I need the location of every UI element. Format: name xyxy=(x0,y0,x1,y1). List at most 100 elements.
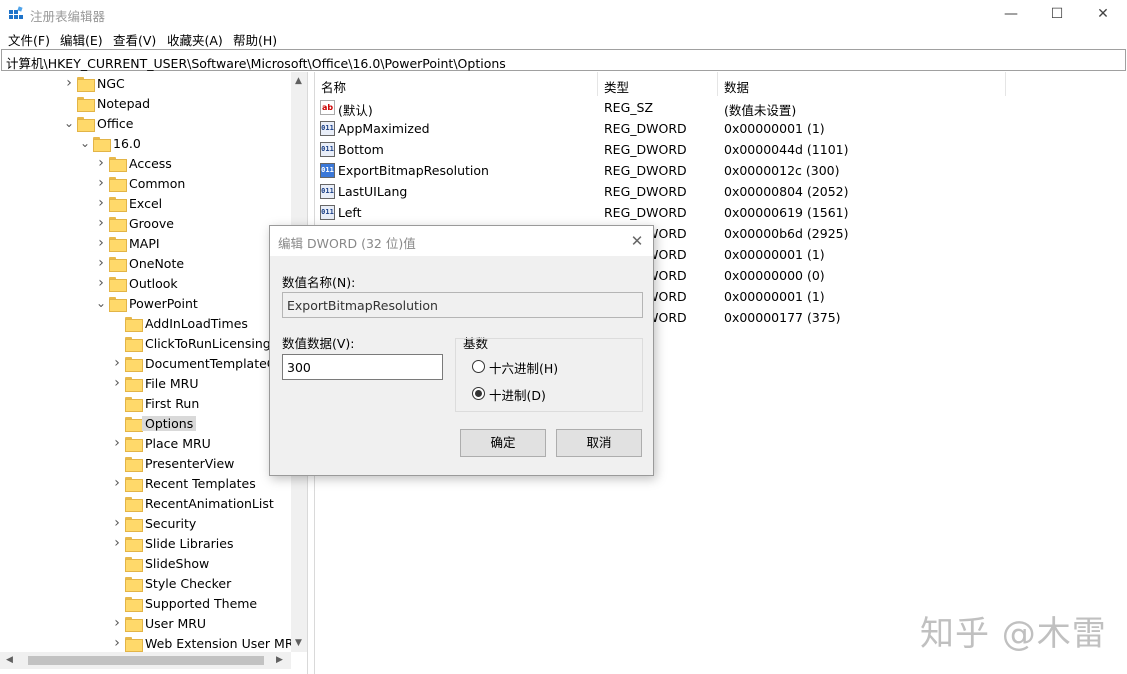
tree-item[interactable]: Notepad xyxy=(0,94,290,114)
value-row[interactable]: 011 AppMaximized REG_DWORD 0x00000001 (1) xyxy=(315,118,1127,139)
menu-help[interactable]: 帮助(H) xyxy=(233,30,277,49)
column-divider[interactable] xyxy=(1005,72,1006,96)
tree-item[interactable]: › Place MRU xyxy=(0,434,290,454)
close-button[interactable]: ✕ xyxy=(1080,0,1126,28)
tree-item-label[interactable]: Web Extension User MRU xyxy=(145,636,303,651)
tree-item[interactable]: › DocumentTemplateCa xyxy=(0,354,290,374)
chevron-right-icon[interactable]: › xyxy=(112,616,122,630)
tree-item[interactable]: ⌄ Office xyxy=(0,114,290,134)
tree-item-label[interactable]: 16.0 xyxy=(113,136,141,151)
tree-item-label[interactable]: Office xyxy=(97,116,134,131)
tree-horizontal-scrollbar[interactable]: ◀ ▶ xyxy=(0,652,291,669)
tree-item[interactable]: AddInLoadTimes xyxy=(0,314,290,334)
chevron-right-icon[interactable]: › xyxy=(96,196,106,210)
chevron-right-icon[interactable]: › xyxy=(96,216,106,230)
tree-item-label[interactable]: SlideShow xyxy=(145,556,209,571)
dialog-close-icon[interactable]: ✕ xyxy=(626,230,648,252)
scroll-right-arrow-icon[interactable]: ▶ xyxy=(276,655,283,665)
tree-item-label[interactable]: ClickToRunLicensing xyxy=(145,336,271,351)
tree-item[interactable]: ⌄ PowerPoint xyxy=(0,294,290,314)
chevron-right-icon[interactable]: › xyxy=(112,536,122,550)
chevron-right-icon[interactable]: › xyxy=(112,376,122,390)
chevron-right-icon[interactable]: › xyxy=(96,176,106,190)
chevron-right-icon[interactable]: › xyxy=(96,276,106,290)
tree-item-label[interactable]: File MRU xyxy=(145,376,199,391)
hex-radio[interactable] xyxy=(472,360,485,373)
value-row[interactable]: 011 Left REG_DWORD 0x00000619 (1561) xyxy=(315,202,1127,223)
chevron-right-icon[interactable]: › xyxy=(96,156,106,170)
value-data-input[interactable]: 300 xyxy=(282,354,443,380)
tree-item-label[interactable]: Supported Theme xyxy=(145,596,257,611)
tree-item-label[interactable]: Outlook xyxy=(129,276,178,291)
tree-item-label[interactable]: Groove xyxy=(129,216,174,231)
tree-item-label[interactable]: Recent Templates xyxy=(145,476,256,491)
value-data-text[interactable]: 300 xyxy=(287,360,311,375)
tree-item[interactable]: Options xyxy=(0,414,290,434)
column-header-name[interactable]: 名称 xyxy=(321,77,346,96)
tree-item[interactable]: › Access xyxy=(0,154,290,174)
chevron-down-icon[interactable]: ⌄ xyxy=(96,297,106,309)
column-divider[interactable] xyxy=(717,72,718,96)
tree-item-label[interactable]: First Run xyxy=(145,396,199,411)
value-row[interactable]: ab (默认) REG_SZ (数值未设置) xyxy=(315,97,1127,118)
ok-button[interactable]: 确定 xyxy=(460,429,546,457)
tree-item[interactable]: › MAPI xyxy=(0,234,290,254)
tree-item-label[interactable]: OneNote xyxy=(129,256,184,271)
chevron-down-icon[interactable]: ⌄ xyxy=(80,137,90,149)
chevron-right-icon[interactable]: › xyxy=(112,516,122,530)
chevron-right-icon[interactable]: › xyxy=(64,76,74,90)
value-row[interactable]: 011 LastUILang REG_DWORD 0x00000804 (2052) xyxy=(315,181,1127,202)
tree-item-label[interactable]: Common xyxy=(129,176,185,191)
tree-item[interactable]: ⌄ 16.0 xyxy=(0,134,290,154)
tree-item-label[interactable]: Excel xyxy=(129,196,162,211)
cancel-button[interactable]: 取消 xyxy=(556,429,642,457)
tree-item[interactable]: › File MRU xyxy=(0,374,290,394)
scroll-down-arrow-icon[interactable]: ▼ xyxy=(295,638,302,648)
chevron-right-icon[interactable]: › xyxy=(96,236,106,250)
address-bar[interactable]: 计算机\HKEY_CURRENT_USER\Software\Microsoft… xyxy=(1,49,1126,71)
value-row[interactable]: 011 Bottom REG_DWORD 0x0000044d (1101) xyxy=(315,139,1127,160)
minimize-button[interactable]: — xyxy=(988,0,1034,28)
tree-item[interactable]: › Outlook xyxy=(0,274,290,294)
menu-favorites[interactable]: 收藏夹(A) xyxy=(167,30,223,49)
tree-item-label[interactable]: PresenterView xyxy=(145,456,234,471)
tree-item[interactable]: ClickToRunLicensing xyxy=(0,334,290,354)
scroll-left-arrow-icon[interactable]: ◀ xyxy=(6,655,13,665)
chevron-down-icon[interactable]: ⌄ xyxy=(64,117,74,129)
tree-item[interactable]: SlideShow xyxy=(0,554,290,574)
column-header-type[interactable]: 类型 xyxy=(604,77,629,96)
tree-item-label[interactable]: PowerPoint xyxy=(129,296,198,311)
tree-item[interactable]: › OneNote xyxy=(0,254,290,274)
tree-item-label[interactable]: DocumentTemplateCa xyxy=(145,356,283,371)
tree-item-label[interactable]: NGC xyxy=(97,76,125,91)
maximize-button[interactable]: ☐ xyxy=(1034,0,1080,28)
tree-item[interactable]: › Slide Libraries xyxy=(0,534,290,554)
scroll-up-arrow-icon[interactable]: ▲ xyxy=(295,76,302,86)
tree-item[interactable]: › Security xyxy=(0,514,290,534)
menu-edit[interactable]: 编辑(E) xyxy=(60,30,103,49)
chevron-right-icon[interactable]: › xyxy=(96,256,106,270)
column-divider[interactable] xyxy=(597,72,598,96)
dec-radio-label[interactable]: 十进制(D) xyxy=(489,385,546,404)
tree-item-label[interactable]: Slide Libraries xyxy=(145,536,233,551)
tree-item[interactable]: › Recent Templates xyxy=(0,474,290,494)
tree-item[interactable]: › NGC xyxy=(0,74,290,94)
tree-item-label[interactable]: User MRU xyxy=(145,616,206,631)
tree-item-label[interactable]: Style Checker xyxy=(145,576,231,591)
column-header-data[interactable]: 数据 xyxy=(724,77,749,96)
tree-horizontal-scroll-thumb[interactable] xyxy=(28,656,264,665)
hex-radio-label[interactable]: 十六进制(H) xyxy=(489,358,558,377)
chevron-right-icon[interactable]: › xyxy=(112,476,122,490)
chevron-right-icon[interactable]: › xyxy=(112,356,122,370)
tree-item[interactable]: First Run xyxy=(0,394,290,414)
tree-item-label[interactable]: AddInLoadTimes xyxy=(145,316,248,331)
tree-item-label[interactable]: MAPI xyxy=(129,236,160,251)
tree-item-label[interactable]: RecentAnimationList xyxy=(145,496,274,511)
tree-item[interactable]: Style Checker xyxy=(0,574,290,594)
tree-item[interactable]: › Groove xyxy=(0,214,290,234)
tree-item[interactable]: › Excel xyxy=(0,194,290,214)
tree-item[interactable]: › Web Extension User MRU xyxy=(0,634,303,654)
menu-view[interactable]: 查看(V) xyxy=(113,30,156,49)
tree-item[interactable]: › Common xyxy=(0,174,290,194)
chevron-right-icon[interactable]: › xyxy=(112,436,122,450)
